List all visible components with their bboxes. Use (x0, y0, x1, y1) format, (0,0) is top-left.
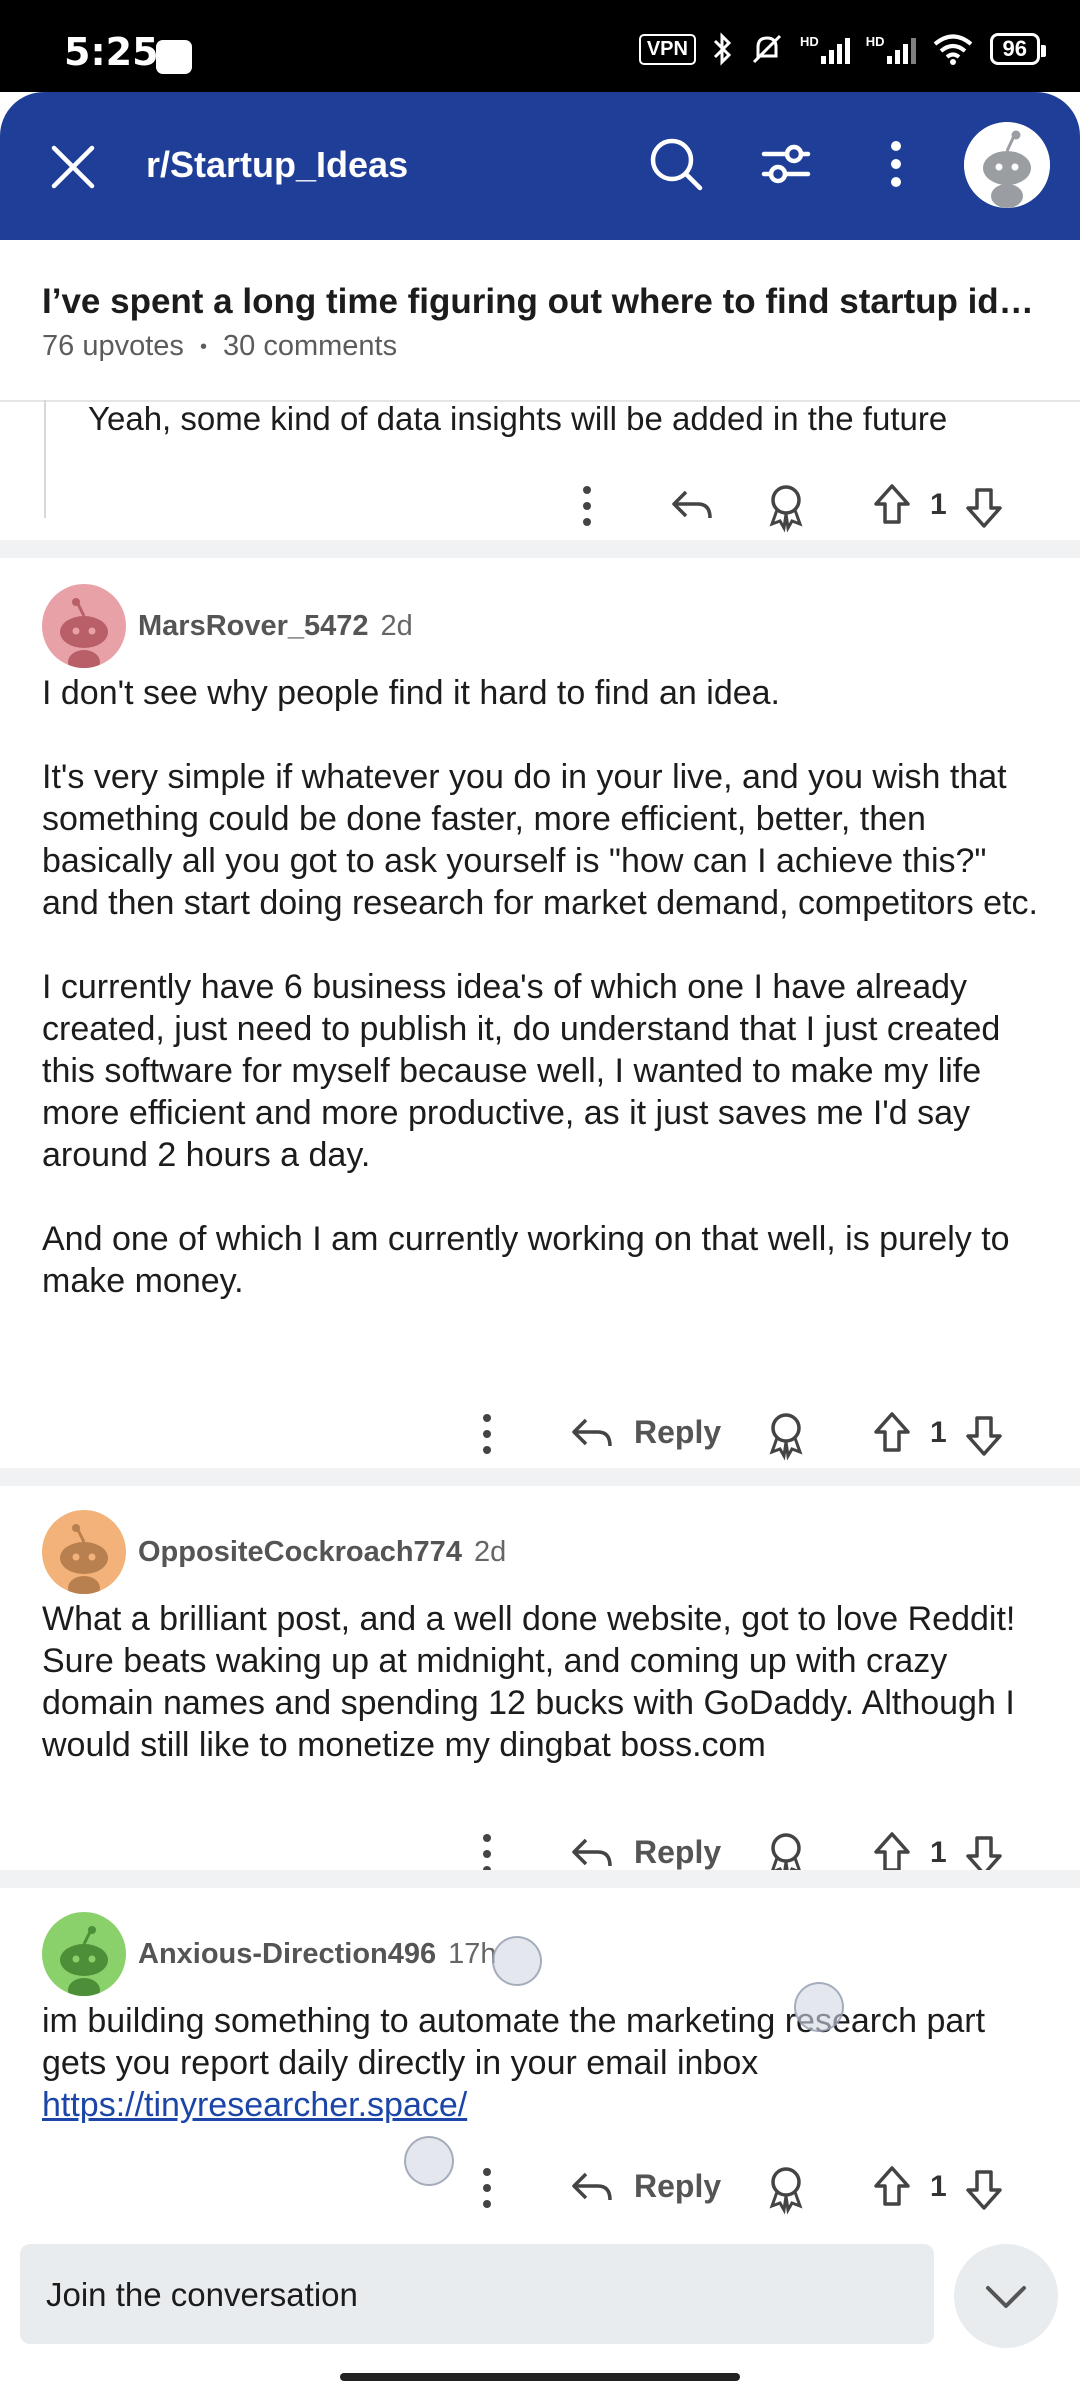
comment-header: Anxious-Direction496 17h (42, 1912, 497, 1996)
touch-indicator (794, 1982, 844, 2032)
avatar[interactable] (42, 1912, 126, 1996)
reply-button[interactable]: Reply (634, 1834, 721, 1871)
snoo-avatar-icon (964, 122, 1050, 208)
downvote-icon[interactable] (962, 476, 1006, 536)
join-conversation-input[interactable]: Join the conversation (20, 2244, 934, 2344)
comment-username[interactable]: OppositeCockroach774 (138, 1536, 462, 1569)
status-bar: 5:25 VPN HD HD 96 (0, 0, 1080, 92)
comment-age: 2d (473, 1535, 507, 1568)
award-icon[interactable] (764, 1404, 808, 1464)
avatar[interactable] (42, 584, 126, 668)
touch-indicator (492, 1936, 542, 1986)
user-avatar[interactable] (964, 122, 1050, 208)
wifi-icon (933, 34, 972, 65)
comment-link[interactable]: https://tinyresearcher.space/ (42, 2086, 467, 2124)
upvote-icon[interactable] (870, 2158, 914, 2218)
reply-text: Yeah, some kind of data insights will be… (88, 400, 948, 437)
post-title[interactable]: I’ve spent a long time figuring out wher… (42, 282, 1042, 322)
post-meta: 76 upvotes • 30 comments (42, 330, 397, 363)
comment-header: OppositeCockroach774 2d (42, 1510, 506, 1594)
close-icon[interactable] (50, 144, 96, 190)
scroll-down-button[interactable] (954, 2244, 1058, 2348)
separator (0, 1870, 1080, 1888)
status-icons: VPN HD HD 96 (638, 32, 1047, 66)
snoo-avatar-icon (60, 598, 108, 668)
hd-label: HD (865, 34, 885, 49)
comment-paragraph: What a brilliant post, and a well done w… (42, 1600, 1016, 1764)
award-icon[interactable] (764, 476, 808, 536)
mute-bell-icon (752, 34, 782, 64)
comment-paragraph: And one of which I am currently working … (42, 1220, 1010, 1300)
comment-count: 30 comments (223, 330, 398, 362)
avatar[interactable] (42, 1510, 126, 1594)
comment-paragraph: It's very simple if whatever you do in y… (42, 758, 1038, 922)
vote-count: 1 (930, 1416, 947, 1449)
hd-label: HD (799, 34, 819, 49)
comment-paragraph: im building something to automate the ma… (42, 2002, 986, 2082)
meta-separator: • (199, 335, 207, 358)
composer-placeholder: Join the conversation (46, 2276, 358, 2313)
vpn-icon: VPN (638, 33, 696, 65)
post-header[interactable]: I’ve spent a long time figuring out wher… (0, 240, 1080, 402)
gesture-home-bar[interactable] (340, 2373, 740, 2381)
bluetooth-icon (713, 32, 732, 66)
signal-1-icon: HD (800, 34, 850, 64)
comment-actions: Reply 1 (0, 1404, 1080, 1464)
status-time: 5:25 (64, 30, 159, 74)
reply-button[interactable]: Reply (634, 1414, 721, 1451)
reply-icon[interactable] (568, 2158, 616, 2218)
downvote-icon[interactable] (962, 2158, 1006, 2218)
chevron-down-icon (986, 2286, 1026, 2308)
reply-icon[interactable] (668, 476, 716, 536)
comment-body: im building something to automate the ma… (42, 2000, 1042, 2126)
battery-icon: 96 (989, 33, 1047, 65)
comment-actions: Reply 1 (0, 2158, 1080, 2218)
notification-app-icon (156, 40, 192, 74)
app-bar: r/Startup_Ideas (0, 92, 1080, 240)
separator (0, 540, 1080, 558)
snoo-avatar-icon (60, 1926, 108, 1996)
vote-count: 1 (930, 2170, 947, 2203)
comment-age: 2d (380, 609, 413, 642)
snoo-avatar-icon (60, 1524, 108, 1594)
comment-header: MarsRover_5472 2d (42, 584, 413, 668)
comment: OppositeCockroach774 2d What a brilliant… (0, 1510, 1080, 1881)
more-options-icon[interactable] (472, 2158, 502, 2218)
more-options-icon[interactable] (866, 134, 926, 194)
upvote-icon[interactable] (870, 476, 914, 536)
touch-indicator (404, 2136, 454, 2186)
comment-username[interactable]: MarsRover_5472 (138, 610, 369, 643)
upvote-icon[interactable] (870, 1404, 914, 1464)
vote-count: 1 (930, 1836, 947, 1869)
comment-paragraph: I currently have 6 business idea's of wh… (42, 968, 1001, 1174)
comment-paragraph: I don't see why people find it hard to f… (42, 674, 780, 712)
comment-username[interactable]: Anxious-Direction496 (138, 1938, 436, 1971)
reply-button[interactable]: Reply (634, 2168, 721, 2205)
comment-composer: Join the conversation (0, 2226, 1080, 2348)
reply-actions: 1 (0, 476, 1080, 536)
comment-body: I don't see why people find it hard to f… (42, 672, 1042, 1302)
more-options-icon[interactable] (572, 476, 602, 536)
search-icon[interactable] (646, 134, 706, 194)
downvote-icon[interactable] (962, 1404, 1006, 1464)
separator (0, 1468, 1080, 1486)
previous-reply: Yeah, some kind of data insights will be… (0, 400, 1080, 540)
subreddit-title[interactable]: r/Startup_Ideas (146, 144, 408, 186)
more-options-icon[interactable] (472, 1404, 502, 1464)
signal-2-icon: HD (866, 34, 916, 64)
upvote-count: 76 upvotes (42, 330, 184, 362)
comment: MarsRover_5472 2d I don't see why people… (0, 584, 1080, 1461)
reply-icon[interactable] (568, 1404, 616, 1464)
comment-age: 17h (448, 1937, 497, 1970)
vote-count: 1 (930, 488, 947, 521)
filter-icon[interactable] (756, 134, 816, 194)
award-icon[interactable] (764, 2158, 808, 2218)
comment-body: What a brilliant post, and a well done w… (42, 1598, 1042, 1766)
